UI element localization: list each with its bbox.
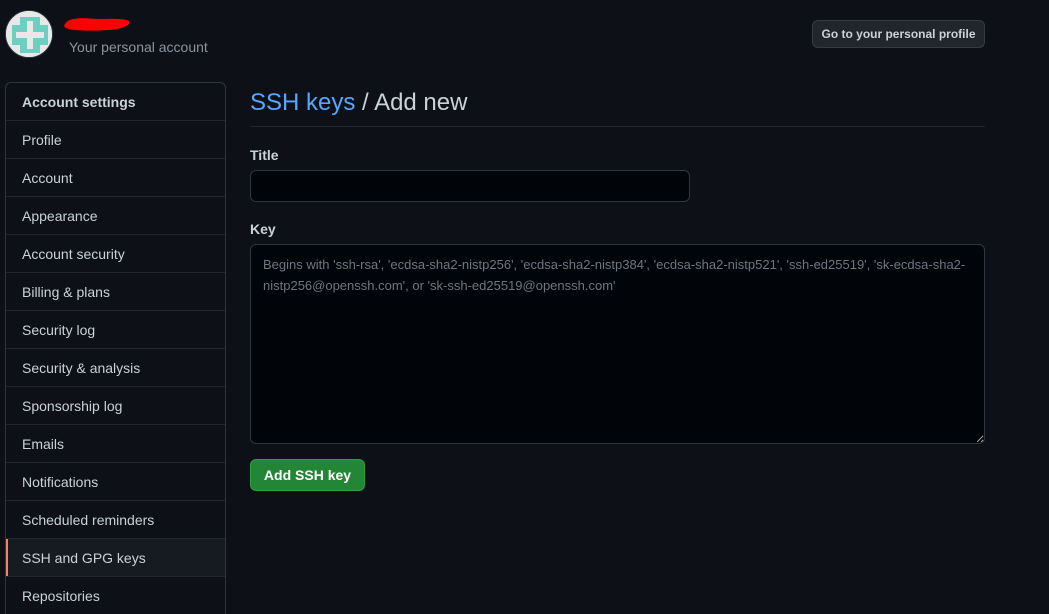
add-ssh-key-button[interactable]: Add SSH key [250, 459, 365, 491]
settings-sidebar: Account settings Profile Account Appeara… [5, 82, 226, 614]
breadcrumb-current: Add new [374, 89, 468, 116]
sidebar-heading: Account settings [6, 83, 225, 121]
account-header: Your personal account Go to your persona… [0, 0, 1049, 70]
main-content: SSH keys / Add new Title Key Add SSH key [250, 82, 985, 491]
sidebar-item-appearance[interactable]: Appearance [6, 197, 225, 235]
breadcrumb-ssh-keys-link[interactable]: SSH keys [250, 89, 355, 116]
sidebar-item-repositories[interactable]: Repositories [6, 577, 225, 614]
sidebar-item-security-analysis[interactable]: Security & analysis [6, 349, 225, 387]
breadcrumb-separator: / [355, 89, 375, 116]
sidebar-item-billing[interactable]: Billing & plans [6, 273, 225, 311]
sidebar-item-account[interactable]: Account [6, 159, 225, 197]
avatar[interactable] [5, 10, 53, 58]
sidebar-item-account-security[interactable]: Account security [6, 235, 225, 273]
settings-page: Your personal account Go to your persona… [0, 0, 1049, 614]
key-label: Key [250, 221, 276, 237]
sidebar-item-ssh-gpg-keys[interactable]: SSH and GPG keys [6, 539, 225, 577]
page-title: SSH keys / Add new [250, 82, 985, 127]
sidebar-item-security-log[interactable]: Security log [6, 311, 225, 349]
sidebar-item-profile[interactable]: Profile [6, 121, 225, 159]
account-subtitle: Your personal account [69, 39, 208, 55]
title-label: Title [250, 147, 279, 163]
redacted-username [64, 18, 130, 31]
sidebar-item-emails[interactable]: Emails [6, 425, 225, 463]
title-input[interactable] [250, 170, 690, 202]
sidebar-item-scheduled-reminders[interactable]: Scheduled reminders [6, 501, 225, 539]
go-to-profile-button[interactable]: Go to your personal profile [812, 20, 985, 48]
key-textarea[interactable] [250, 244, 985, 444]
sidebar-item-notifications[interactable]: Notifications [6, 463, 225, 501]
sidebar-item-sponsorship-log[interactable]: Sponsorship log [6, 387, 225, 425]
identicon [6, 11, 52, 57]
